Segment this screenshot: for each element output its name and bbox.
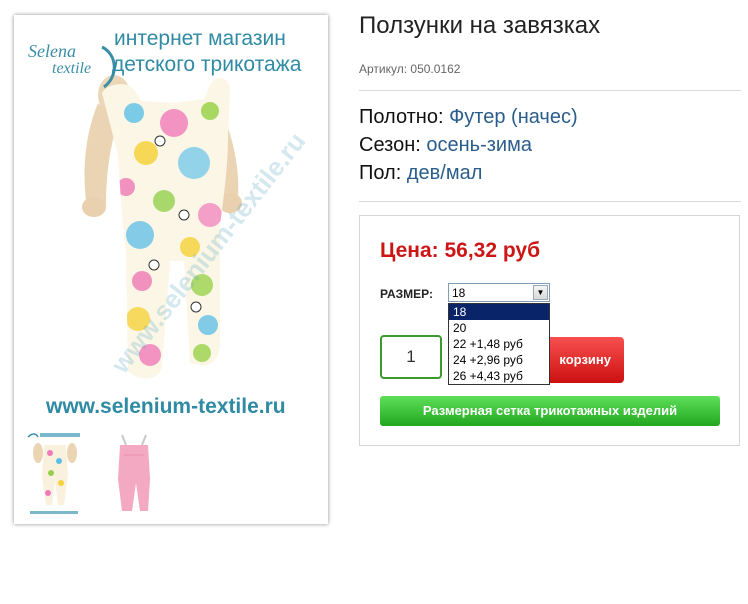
thumbnail-strip [24, 431, 324, 519]
shop-caption-line1: интернет магазин [114, 27, 286, 50]
size-option[interactable]: 24 +2,96 руб [449, 352, 549, 368]
price: Цена: 56,32 руб [380, 239, 541, 262]
divider [359, 201, 741, 202]
thumbnail-1[interactable] [24, 431, 84, 519]
attribute-fabric: Полотно: Футер (начес) [359, 106, 578, 129]
size-dropdown-list: 18 20 22 +1,48 руб 24 +2,96 руб 26 +4,43… [448, 303, 550, 385]
svg-text:textile: textile [52, 60, 91, 77]
size-select-value: 18 [452, 286, 466, 300]
attribute-gender: Пол: дев/мал [359, 162, 482, 185]
shop-caption-line2: детского трикотажа [112, 53, 302, 76]
size-option[interactable]: 22 +1,48 руб [449, 336, 549, 352]
size-chart-button[interactable]: Размерная сетка трикотажных изделий [380, 396, 720, 426]
quantity-input[interactable]: 1 [380, 335, 442, 379]
thumbnail-2[interactable] [104, 431, 164, 519]
attribute-value-link[interactable]: Футер (начес) [449, 106, 578, 128]
attribute-label: Полотно: [359, 106, 444, 128]
attribute-value-link[interactable]: дев/мал [407, 162, 483, 184]
product-sku: Артикул: 050.0162 [359, 62, 461, 76]
size-select[interactable]: 18 ▼ [448, 283, 550, 302]
size-option[interactable]: 18 [449, 304, 549, 320]
shop-url: www.selenium-textile.ru [45, 395, 286, 418]
size-option[interactable]: 26 +4,43 руб [449, 368, 549, 384]
product-main-photo[interactable]: Selena textile интернет магазин детского… [14, 15, 328, 425]
product-title: Ползунки на завязках [359, 12, 601, 39]
add-to-cart-button[interactable]: корзину [540, 337, 624, 383]
selena-logo: Selena textile [28, 41, 116, 89]
size-label: РАЗМЕР: [380, 287, 433, 301]
attribute-season: Сезон: осень-зима [359, 134, 532, 157]
attribute-label: Сезон: [359, 134, 421, 156]
size-option[interactable]: 20 [449, 320, 549, 336]
svg-text:Selena: Selena [28, 41, 76, 61]
divider [359, 90, 741, 91]
dropdown-arrow-icon[interactable]: ▼ [533, 285, 548, 300]
attribute-value-link[interactable]: осень-зима [426, 134, 532, 156]
attribute-label: Пол: [359, 162, 402, 184]
product-gallery: Selena textile интернет магазин детского… [14, 15, 328, 524]
buy-box: Цена: 56,32 руб РАЗМЕР: 18 ▼ 1 корзину Р… [359, 215, 740, 446]
